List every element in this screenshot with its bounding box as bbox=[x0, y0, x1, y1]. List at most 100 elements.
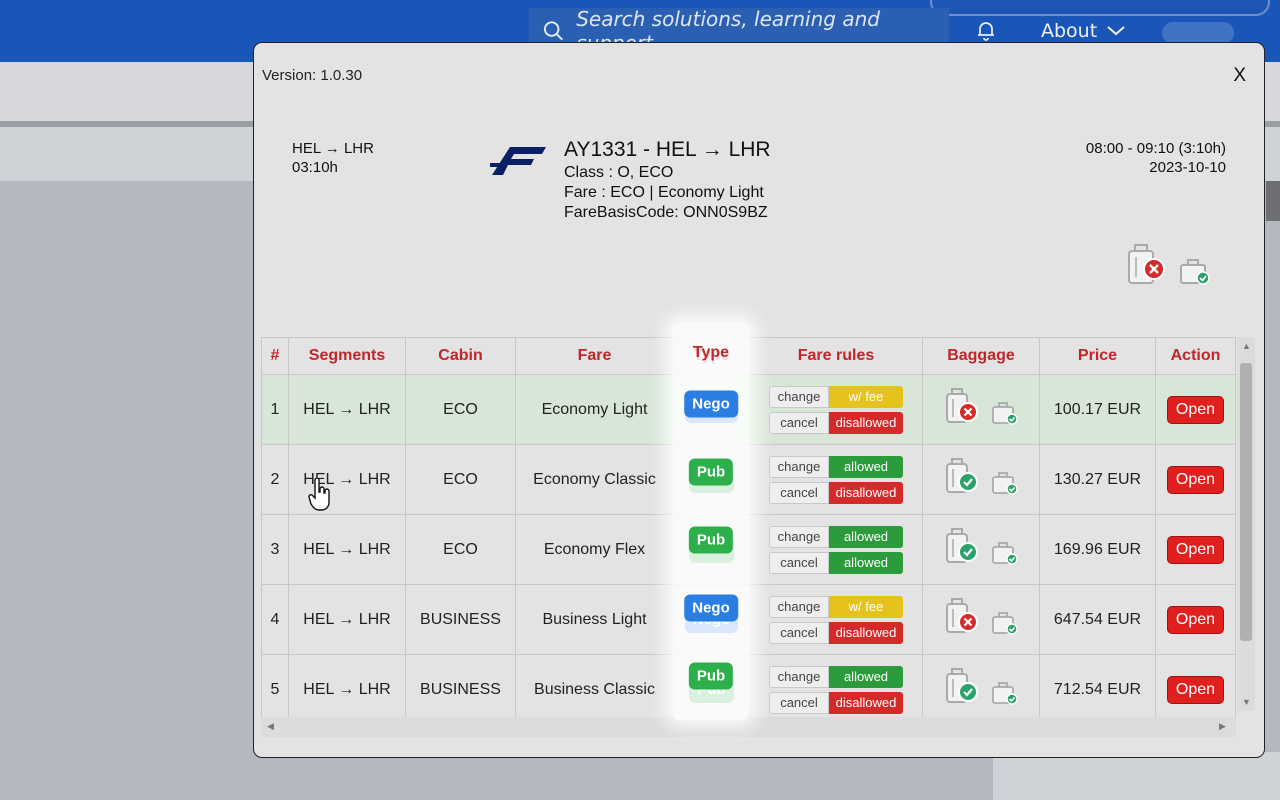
cancel-rule-label: cancel bbox=[769, 622, 829, 644]
about-menu[interactable]: About bbox=[1041, 20, 1125, 42]
cancel-rule-label: cancel bbox=[769, 412, 829, 434]
fare-details-modal: Version: 1.0.30 X HEL → LHR 03:10h AY133… bbox=[253, 42, 1265, 758]
header-segments[interactable]: Segments bbox=[289, 338, 406, 375]
baggage-cell bbox=[923, 585, 1040, 655]
action-cell: Open bbox=[1156, 655, 1236, 718]
price-cell: 712.54 EUR bbox=[1040, 655, 1156, 718]
baggage-summary bbox=[1124, 243, 1212, 292]
fare-rules-cell: changew/ feecanceldisallowed bbox=[750, 375, 923, 445]
cabin-cell: ECO bbox=[406, 445, 516, 515]
segment-cell: HEL → LHR bbox=[289, 655, 406, 718]
change-rule-label: change bbox=[769, 526, 829, 548]
checked-bag-included-icon bbox=[943, 527, 979, 567]
row-number: 1 bbox=[262, 375, 289, 445]
fares-table-container: # Segments Cabin Fare Type Fare rules Ba… bbox=[261, 337, 1245, 717]
checked-bag-not-included-icon bbox=[943, 597, 979, 637]
airline-logo-icon bbox=[490, 143, 546, 179]
checked-bag-not-included-icon bbox=[943, 387, 979, 427]
action-cell: Open bbox=[1156, 585, 1236, 655]
open-button[interactable]: Open bbox=[1167, 466, 1224, 494]
fare-rules-cell: changeallowedcanceldisallowed bbox=[750, 655, 923, 718]
header-fare-rules[interactable]: Fare rules bbox=[750, 338, 923, 375]
change-rule-label: change bbox=[769, 386, 829, 408]
fare-cell: Economy Light bbox=[516, 375, 674, 445]
fare-line: Fare : ECO | Economy Light bbox=[564, 183, 771, 203]
time-range: 08:00 - 09:10 (3:10h) bbox=[1086, 139, 1226, 158]
open-button[interactable]: Open bbox=[1167, 536, 1224, 564]
checked-bag-included-icon bbox=[943, 667, 979, 707]
type-badge-highlighted: Nego bbox=[684, 391, 738, 418]
fare-rules-cell: changeallowedcanceldisallowed bbox=[750, 445, 923, 515]
class-line: Class : O, ECO bbox=[564, 163, 771, 183]
header-cabin[interactable]: Cabin bbox=[406, 338, 516, 375]
action-cell: Open bbox=[1156, 445, 1236, 515]
version-label: Version: 1.0.30 bbox=[262, 67, 362, 84]
type-header-highlighted: Type bbox=[693, 344, 729, 362]
fare-cell: Economy Flex bbox=[516, 515, 674, 585]
cancel-rule-label: cancel bbox=[769, 692, 829, 714]
flight-date: 2023-10-10 bbox=[1086, 158, 1226, 177]
cabin-bag-included-icon bbox=[991, 401, 1019, 427]
fare-basis-line: FareBasisCode: ONN0S9BZ bbox=[564, 203, 771, 223]
scrollbar-thumb[interactable] bbox=[1240, 363, 1252, 641]
cancel-rule-status: disallowed bbox=[829, 412, 903, 434]
row-number: 2 bbox=[262, 445, 289, 515]
scroll-down-icon[interactable]: ▼ bbox=[1242, 697, 1251, 707]
segment-cell: HEL → LHR bbox=[289, 585, 406, 655]
fare-cell: Business Light bbox=[516, 585, 674, 655]
type-column-highlight bbox=[672, 322, 750, 720]
row-number: 3 bbox=[262, 515, 289, 585]
price-cell: 130.27 EUR bbox=[1040, 445, 1156, 515]
cancel-rule-label: cancel bbox=[769, 482, 829, 504]
header-fare[interactable]: Fare bbox=[516, 338, 674, 375]
open-button[interactable]: Open bbox=[1167, 396, 1224, 424]
type-badge-highlighted: Pub bbox=[689, 527, 733, 554]
scroll-right-icon[interactable]: ▶ bbox=[1219, 721, 1226, 732]
table-vertical-scrollbar[interactable]: ▲ ▼ bbox=[1237, 337, 1255, 711]
table-horizontal-scrollbar[interactable]: ◀ ▶ bbox=[261, 717, 1236, 737]
segment-cell: HEL → LHR bbox=[289, 375, 406, 445]
change-rule-status: allowed bbox=[829, 456, 903, 478]
header-price[interactable]: Price bbox=[1040, 338, 1156, 375]
price-cell: 100.17 EUR bbox=[1040, 375, 1156, 445]
fare-cell: Economy Classic bbox=[516, 445, 674, 515]
type-badge-highlighted: Pub bbox=[689, 459, 733, 486]
change-rule-label: change bbox=[769, 456, 829, 478]
close-button[interactable]: X bbox=[1233, 65, 1246, 87]
cabin-bag-included-icon bbox=[991, 681, 1019, 707]
search-icon bbox=[543, 20, 564, 42]
cancel-rule-label: cancel bbox=[769, 552, 829, 574]
segment-cell: HEL → LHR bbox=[289, 515, 406, 585]
cabin-cell: BUSINESS bbox=[406, 655, 516, 718]
flight-time: 08:00 - 09:10 (3:10h) 2023-10-10 bbox=[1086, 139, 1226, 177]
change-rule-status: w/ fee bbox=[829, 386, 903, 408]
user-avatar[interactable] bbox=[1162, 22, 1234, 44]
flight-info: AY1331 - HEL → LHR Class : O, ECO Fare :… bbox=[564, 137, 771, 223]
baggage-cell bbox=[923, 445, 1040, 515]
change-rule-status: w/ fee bbox=[829, 596, 903, 618]
scroll-up-icon[interactable]: ▲ bbox=[1242, 341, 1251, 351]
cancel-rule-status: allowed bbox=[829, 552, 903, 574]
header-action[interactable]: Action bbox=[1156, 338, 1236, 375]
flight-title: AY1331 - HEL → LHR bbox=[564, 137, 771, 163]
action-cell: Open bbox=[1156, 375, 1236, 445]
open-button[interactable]: Open bbox=[1167, 676, 1224, 704]
baggage-cell bbox=[923, 655, 1040, 718]
fare-cell: Business Classic bbox=[516, 655, 674, 718]
cabin-bag-included-icon bbox=[991, 471, 1019, 497]
about-label: About bbox=[1041, 20, 1097, 42]
fare-rules-cell: changew/ feecanceldisallowed bbox=[750, 585, 923, 655]
cabin-cell: ECO bbox=[406, 375, 516, 445]
route-text: HEL → LHR bbox=[292, 139, 374, 158]
open-button[interactable]: Open bbox=[1167, 606, 1224, 634]
bell-icon[interactable] bbox=[974, 18, 998, 42]
chevron-down-icon bbox=[1107, 26, 1125, 36]
baggage-cell bbox=[923, 375, 1040, 445]
header-number[interactable]: # bbox=[262, 338, 289, 375]
page-scrollbar[interactable] bbox=[1266, 181, 1280, 221]
cabin-bag-included-icon bbox=[991, 541, 1019, 567]
price-cell: 647.54 EUR bbox=[1040, 585, 1156, 655]
scroll-left-icon[interactable]: ◀ bbox=[267, 721, 274, 732]
header-baggage[interactable]: Baggage bbox=[923, 338, 1040, 375]
change-rule-status: allowed bbox=[829, 666, 903, 688]
